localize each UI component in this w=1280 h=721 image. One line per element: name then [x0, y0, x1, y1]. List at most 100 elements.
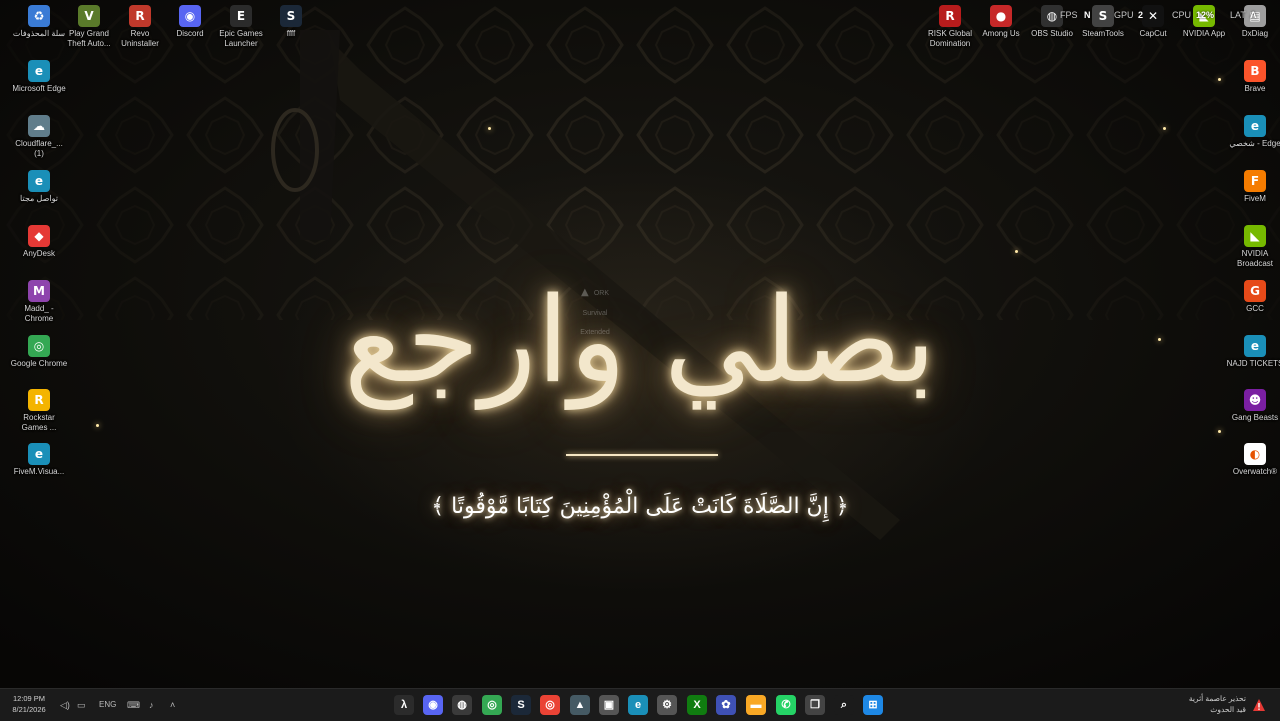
icon-overwatch[interactable]: ◐ Overwatch®	[1226, 443, 1280, 477]
icon-gang-beasts[interactable]: ☻ Gang Beasts	[1226, 389, 1280, 423]
taskbar-app-taskview[interactable]: ❐	[805, 695, 825, 715]
desktop-icon-label: CapCut	[1139, 29, 1167, 38]
icon-madd-chrome[interactable]: M Madd_ - Chrome	[10, 280, 68, 324]
taskbar-app-explorer[interactable]: ▬	[746, 695, 766, 715]
taskbar-app-chrome[interactable]: ◎	[540, 695, 560, 715]
taskbar-app-discord[interactable]: ◉	[423, 695, 443, 715]
gear-icon: ⚙	[662, 699, 672, 711]
keyboard-icon[interactable]: ⌨	[127, 698, 140, 712]
discord-icon: ◉	[179, 5, 201, 27]
desktop-icon-label: Discord	[176, 29, 204, 38]
language-indicator[interactable]: ENG	[99, 698, 116, 712]
icon-najd-tickets[interactable]: e NAJD TICKETS	[1226, 335, 1280, 369]
notification-line-2: قيد الحدوث	[1210, 705, 1246, 714]
steam-icon: S	[280, 5, 302, 27]
desktop-icon-label: Madd_ - Chrome	[24, 304, 54, 323]
chevron-up-icon[interactable]: ˄	[170, 698, 175, 712]
among-us-icon: ●	[990, 5, 1012, 27]
icon-discord[interactable]: ◉ Discord	[161, 5, 219, 39]
taskbar-clock[interactable]: 12:09 PM 8/21/2026	[8, 693, 50, 715]
anydesk-icon: ◆	[28, 225, 50, 247]
icon-brave[interactable]: B Brave	[1226, 60, 1280, 94]
desktop-icon-label: Gang Beasts	[1231, 413, 1279, 422]
taskbar-app-steam[interactable]: S	[511, 695, 531, 715]
cloudflare-icon: ☁	[28, 115, 50, 137]
xbox-icon: X	[693, 699, 701, 711]
taskbar-app-lambda[interactable]: λ	[394, 695, 414, 715]
icon-rockstar[interactable]: R Rockstar Games ...	[10, 389, 68, 433]
osd-gpu-value: 2	[1138, 10, 1144, 20]
icon-gta[interactable]: V Play Grand Theft Auto...	[60, 5, 118, 49]
osd-gpu-label: GPU	[1114, 10, 1134, 20]
taskbar-app-photos[interactable]: ✿	[716, 695, 736, 715]
icon-chrome[interactable]: ◎ Google Chrome	[10, 335, 68, 369]
gcc-icon: G	[1244, 280, 1266, 302]
gta-icon: V	[78, 5, 100, 27]
icon-fivem[interactable]: F FiveM	[1226, 170, 1280, 204]
network-icon[interactable]: ▭	[77, 698, 86, 712]
desktop-icon-label: ffff	[286, 29, 296, 38]
icon-fivem-visual[interactable]: e FiveM.Visua...	[10, 443, 68, 477]
taskbar-app-settings[interactable]: ⚙	[657, 695, 677, 715]
desktop-icon-label: Cloudflare_... (1)	[15, 139, 63, 158]
taskbar-app-search[interactable]: ⌕	[834, 695, 854, 715]
taskbar-app-chrome-profile[interactable]: ◎	[482, 695, 502, 715]
icon-edge-social[interactable]: e تواصل مجتا	[10, 170, 68, 204]
spark	[1015, 250, 1018, 253]
wallpaper-verse: ﴿ إِنَّ الصَّلَاةَ كَانَتْ عَلَى الْمُؤْ…	[431, 494, 849, 519]
desktop-icon-label: تواصل مجتا	[20, 194, 58, 203]
taskbar-app-game[interactable]: ▲	[570, 695, 590, 715]
desktop-icon-label: DxDiag	[1241, 29, 1269, 38]
edge-icon: e	[28, 443, 50, 465]
edge-icon: e	[1244, 335, 1266, 357]
spark	[1218, 430, 1221, 433]
spark	[1158, 338, 1161, 341]
osd-cpu-value: 12%	[1196, 10, 1215, 20]
taskbar-app-xbox[interactable]: X	[687, 695, 707, 715]
icon-edge-personal[interactable]: e شخصي - Edge	[1226, 115, 1280, 149]
desktop: ♻ سلة المحذوفات V Play Grand Theft Auto... R…	[0, 0, 1280, 688]
edge-icon: e	[1244, 115, 1266, 137]
notification-line-1: تحذير عاصمة أثرية	[1188, 694, 1246, 703]
clock-date: 8/21/2026	[12, 705, 46, 714]
taskbar-app-store[interactable]: ▣	[599, 695, 619, 715]
steam-icon: S	[517, 699, 525, 711]
chrome-profile-icon: M	[28, 280, 50, 302]
brave-icon: B	[1244, 60, 1266, 82]
taskbar-app-whatsapp[interactable]: ✆	[776, 695, 796, 715]
icon-nvidia-broadcast[interactable]: ◣ NVIDIA Broadcast	[1226, 225, 1280, 269]
taskbar-app-obs[interactable]: ◍	[452, 695, 472, 715]
volume-icon[interactable]: ◁)	[60, 698, 70, 712]
notification-area[interactable]: تحذير عاصمة أثرية قيد الحدوث	[1160, 693, 1246, 715]
epic-games-icon: E	[230, 5, 252, 27]
performance-overlay: FPS N GPU 2 CPU 12% LAT A	[1036, 10, 1276, 24]
osd-fps-value: N	[1084, 10, 1091, 20]
icon-risk[interactable]: R RISK Global Domination	[921, 5, 979, 49]
osd-lat-label: LAT	[1230, 10, 1246, 20]
taskbar-app-edge[interactable]: e	[628, 695, 648, 715]
icon-ffff[interactable]: Sffff	[262, 5, 320, 39]
edge-icon: e	[28, 60, 50, 82]
overwatch-icon: ◐	[1244, 443, 1266, 465]
spark	[488, 127, 491, 130]
osd-lat-value: A	[1250, 10, 1257, 20]
warning-icon[interactable]	[1252, 698, 1266, 712]
taskbar-start[interactable]: ⊞	[863, 695, 883, 715]
wallpaper-divider	[566, 454, 718, 456]
icon-cloudflare[interactable]: ☁ Cloudflare_... (1)	[10, 115, 68, 159]
icon-anydesk[interactable]: ◆ AnyDesk	[10, 225, 68, 259]
edge-icon: e	[634, 699, 642, 711]
desktop-icon-label: NVIDIA App	[1182, 29, 1226, 38]
windows-icon: ⊞	[868, 699, 878, 711]
microphone-icon[interactable]: ♪	[149, 698, 154, 712]
wallpaper-title: بصلي وارجع	[343, 271, 937, 409]
icon-edge[interactable]: e Microsoft Edge	[10, 60, 68, 94]
photos-icon: ✿	[721, 699, 731, 711]
desktop-icon-label: GCC	[1246, 304, 1264, 313]
lambda-icon: λ	[400, 699, 408, 711]
icon-among-us[interactable]: ● Among Us	[972, 5, 1030, 39]
rockstar-icon: R	[28, 389, 50, 411]
desktop-icon-label: شخصي - Edge	[1229, 139, 1280, 148]
osd-fps-label: FPS	[1060, 10, 1078, 20]
icon-gcc[interactable]: G GCC	[1226, 280, 1280, 314]
